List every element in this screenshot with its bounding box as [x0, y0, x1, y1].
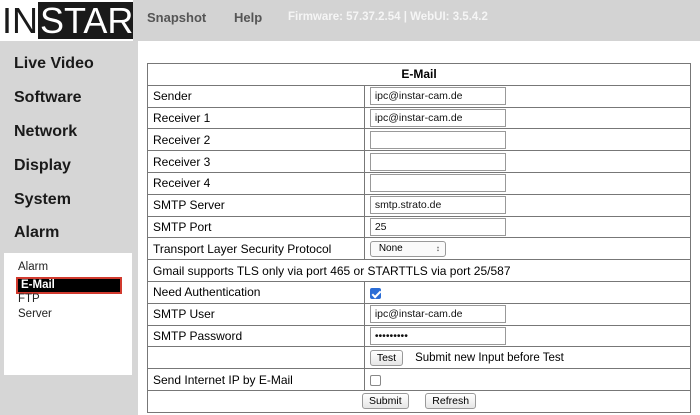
- empty-cell: [147, 346, 365, 370]
- table-row: Sender ipc@instar-cam.de: [147, 84, 692, 108]
- receiver3-input[interactable]: [369, 152, 506, 171]
- table-header-row: E-Mail: [147, 63, 691, 86]
- sidebar-item-display[interactable]: Display: [14, 157, 71, 175]
- send-ip-checkbox[interactable]: [369, 374, 381, 386]
- sender-label: Sender: [147, 84, 365, 108]
- sidebar-item-live-video[interactable]: Live Video: [14, 55, 94, 73]
- table-row: SMTP Password •••••••••: [147, 324, 692, 348]
- receiver1-input[interactable]: ipc@instar-cam.de: [369, 108, 506, 127]
- test-hint: Submit new Input before Test: [415, 351, 564, 364]
- smtp-user-input[interactable]: ipc@instar-cam.de: [369, 305, 506, 324]
- nav-snapshot-link[interactable]: Snapshot: [147, 10, 206, 25]
- table-row: Receiver 2: [147, 128, 692, 152]
- nav-help-link[interactable]: Help: [234, 10, 262, 25]
- smtp-server-input[interactable]: smtp.strato.de: [369, 196, 506, 215]
- alarm-submenu: Alarm E-Mail FTP Server: [4, 253, 132, 375]
- table-row: Receiver 3: [147, 150, 692, 173]
- button-row: Submit Refresh: [147, 389, 691, 413]
- sidebar-item-network[interactable]: Network: [14, 123, 77, 141]
- top-bar: INSTAR Snapshot Help Firmware: 57.37.2.5…: [0, 0, 700, 41]
- tls-select-value: None: [378, 242, 403, 254]
- sidebar: Live Video Software Network Display Syst…: [0, 41, 138, 415]
- receiver2-input[interactable]: [369, 130, 506, 149]
- receiver4-input[interactable]: [369, 174, 506, 193]
- submenu-item-email-active[interactable]: E-Mail: [16, 277, 122, 294]
- smtp-server-label: SMTP Server: [147, 193, 365, 217]
- smtp-password-label: SMTP Password: [147, 324, 365, 348]
- refresh-button[interactable]: Refresh: [425, 393, 477, 410]
- email-settings-table: E-Mail Sender ipc@instar-cam.de Receiver…: [147, 63, 692, 413]
- main-content: E-Mail Sender ipc@instar-cam.de Receiver…: [138, 41, 700, 415]
- table-row: Send Internet IP by E-Mail: [147, 368, 692, 391]
- instar-logo[interactable]: INSTAR: [0, 0, 133, 41]
- logo-text-part2: STAR: [38, 2, 133, 39]
- firmware-version: Firmware: 57.37.2.54 | WebUI: 3.5.4.2: [288, 11, 488, 23]
- sidebar-item-system[interactable]: System: [14, 191, 71, 209]
- logo-text-part1: IN: [2, 0, 38, 41]
- receiver3-label: Receiver 3: [147, 150, 365, 173]
- table-row: Receiver 4: [147, 171, 692, 195]
- select-arrows-icon: ↕: [435, 243, 440, 253]
- receiver2-label: Receiver 2: [147, 128, 365, 152]
- sidebar-item-software[interactable]: Software: [14, 89, 82, 107]
- sender-input[interactable]: ipc@instar-cam.de: [369, 87, 506, 106]
- table-row: SMTP User ipc@instar-cam.de: [147, 302, 692, 326]
- receiver1-label: Receiver 1: [147, 106, 365, 130]
- tls-label: Transport Layer Security Protocol: [147, 237, 365, 261]
- table-row: Gmail supports TLS only via port 465 or …: [147, 259, 691, 282]
- need-auth-label: Need Authentication: [147, 280, 365, 304]
- table-row: Submit Refresh: [147, 389, 691, 413]
- gmail-note: Gmail supports TLS only via port 465 or …: [147, 259, 691, 282]
- tls-select[interactable]: None ↕: [369, 240, 446, 257]
- smtp-port-input[interactable]: 25: [369, 217, 506, 236]
- table-row: Transport Layer Security Protocol None ↕: [147, 237, 692, 261]
- test-button[interactable]: Test: [369, 349, 404, 366]
- smtp-port-label: SMTP Port: [147, 215, 365, 239]
- need-auth-checkbox[interactable]: [369, 287, 381, 299]
- form-title: E-Mail: [147, 63, 691, 86]
- smtp-password-input[interactable]: •••••••••: [369, 326, 506, 345]
- smtp-user-label: SMTP User: [147, 302, 365, 326]
- table-row: Need Authentication: [147, 280, 692, 304]
- table-row: Receiver 1 ipc@instar-cam.de: [147, 106, 692, 130]
- sidebar-item-alarm[interactable]: Alarm: [14, 224, 59, 242]
- send-ip-label: Send Internet IP by E-Mail: [147, 368, 365, 391]
- submit-button[interactable]: Submit: [361, 393, 409, 410]
- table-row: Test Submit new Input before Test: [147, 346, 692, 370]
- submenu-item-server[interactable]: Server: [18, 308, 52, 320]
- receiver4-label: Receiver 4: [147, 171, 365, 195]
- submenu-item-alarm[interactable]: Alarm: [18, 261, 48, 273]
- table-row: SMTP Server smtp.strato.de: [147, 193, 692, 217]
- table-row: SMTP Port 25: [147, 215, 692, 239]
- submenu-item-ftp[interactable]: FTP: [18, 293, 40, 305]
